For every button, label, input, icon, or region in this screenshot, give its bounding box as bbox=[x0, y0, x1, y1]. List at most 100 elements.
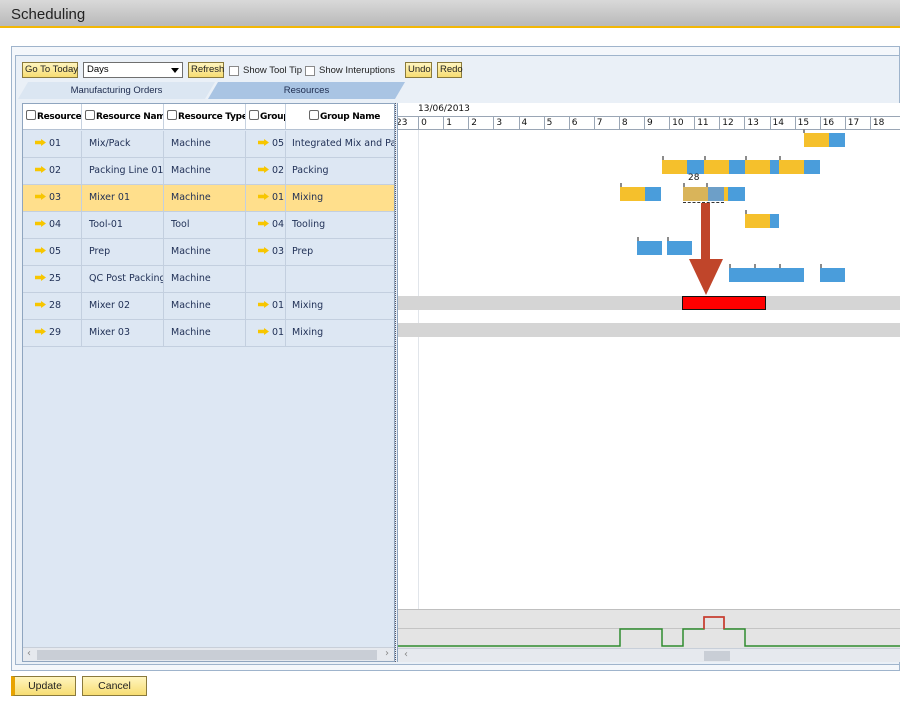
group-code-cell[interactable]: 04 bbox=[246, 212, 286, 238]
column-header-group-name[interactable]: Group Name bbox=[286, 104, 394, 130]
setup-bar[interactable] bbox=[745, 160, 770, 174]
cancel-button[interactable]: Cancel bbox=[82, 676, 147, 696]
setup-bar[interactable] bbox=[804, 133, 829, 147]
link-arrow-icon[interactable] bbox=[35, 193, 46, 200]
link-arrow-icon[interactable] bbox=[35, 139, 46, 146]
link-arrow-icon[interactable] bbox=[35, 166, 46, 173]
table-row[interactable]: 05 Prep Machine 03 Prep bbox=[23, 239, 394, 266]
group-code-cell[interactable]: 01 bbox=[246, 320, 286, 346]
setup-bar[interactable] bbox=[620, 187, 645, 201]
chart-horizontal-scrollbar[interactable]: ‹ bbox=[398, 648, 900, 662]
resource-code-cell[interactable]: 01 bbox=[23, 131, 82, 157]
table-row[interactable]: 29 Mixer 03 Machine 01 Mixing bbox=[23, 320, 394, 347]
link-arrow-icon[interactable] bbox=[35, 328, 46, 335]
setup-bar[interactable] bbox=[662, 160, 687, 174]
link-arrow-icon[interactable] bbox=[35, 247, 46, 254]
resource-code-cell[interactable]: 04 bbox=[23, 212, 82, 238]
resource-name-cell[interactable]: Mix/Pack bbox=[82, 131, 164, 157]
run-bar[interactable] bbox=[829, 133, 845, 147]
run-bar[interactable] bbox=[729, 268, 804, 282]
resource-name-cell[interactable]: Packing Line 01 bbox=[82, 158, 164, 184]
link-arrow-icon[interactable] bbox=[258, 247, 269, 254]
resource-code-cell[interactable]: 29 bbox=[23, 320, 82, 346]
link-arrow-icon[interactable] bbox=[258, 193, 269, 200]
grid-scroll-thumb[interactable] bbox=[37, 650, 377, 660]
show-tooltip-checkbox[interactable] bbox=[229, 66, 239, 76]
scroll-left-icon[interactable]: ‹ bbox=[404, 649, 408, 660]
group-name-cell[interactable]: Mixing bbox=[286, 320, 394, 346]
run-bar[interactable] bbox=[728, 187, 745, 201]
scroll-right-icon[interactable]: › bbox=[385, 648, 389, 659]
resource-name-cell[interactable]: Mixer 03 bbox=[82, 320, 164, 346]
group-name-cell[interactable]: Integrated Mix and Pack bbox=[286, 131, 394, 157]
chart-scroll-thumb[interactable] bbox=[704, 651, 730, 661]
resource-type-cell[interactable]: Machine bbox=[164, 158, 246, 184]
tab-manufacturing-orders[interactable]: Manufacturing Orders bbox=[18, 82, 215, 99]
update-button[interactable]: Update bbox=[11, 676, 76, 696]
resource-name-cell[interactable]: Mixer 01 bbox=[82, 185, 164, 211]
link-arrow-icon[interactable] bbox=[35, 274, 46, 281]
group-code-cell[interactable]: 02 bbox=[246, 158, 286, 184]
resource-name-cell[interactable]: Mixer 02 bbox=[82, 293, 164, 319]
dragged-setup-bar[interactable] bbox=[683, 187, 708, 201]
table-row[interactable]: 04 Tool-01 Tool 04 Tooling bbox=[23, 212, 394, 239]
group-name-cell[interactable] bbox=[286, 266, 394, 292]
column-header-group[interactable]: Group bbox=[246, 104, 286, 130]
resource-name-cell[interactable]: QC Post Packing bbox=[82, 266, 164, 292]
column-header-resource-name[interactable]: Resource Name bbox=[82, 104, 164, 130]
scroll-left-icon[interactable]: ‹ bbox=[27, 648, 31, 659]
table-row[interactable]: 03 Mixer 01 Machine 01 Mixing bbox=[23, 185, 394, 212]
group-code-cell[interactable]: 01 bbox=[246, 293, 286, 319]
link-arrow-icon[interactable] bbox=[258, 139, 269, 146]
setup-bar[interactable] bbox=[779, 160, 804, 174]
run-bar[interactable] bbox=[770, 214, 779, 228]
resource-type-cell[interactable]: Machine bbox=[164, 239, 246, 265]
column-header-resource-type[interactable]: Resource Type bbox=[164, 104, 246, 130]
group-code-cell[interactable] bbox=[246, 266, 286, 292]
resource-code-cell[interactable]: 25 bbox=[23, 266, 82, 292]
view-mode-select[interactable]: Days bbox=[83, 62, 183, 78]
group-code-cell[interactable]: 03 bbox=[246, 239, 286, 265]
undo-button[interactable]: Undo bbox=[405, 62, 432, 78]
link-arrow-icon[interactable] bbox=[258, 328, 269, 335]
run-bar[interactable] bbox=[645, 187, 661, 201]
resource-type-cell[interactable]: Machine bbox=[164, 266, 246, 292]
tab-resources[interactable]: Resources bbox=[208, 82, 405, 99]
table-row[interactable]: 02 Packing Line 01 Machine 02 Packing bbox=[23, 158, 394, 185]
group-code-cell[interactable]: 05 bbox=[246, 131, 286, 157]
resource-code-cell[interactable]: 05 bbox=[23, 239, 82, 265]
grid-horizontal-scrollbar[interactable]: ‹ › bbox=[23, 647, 394, 661]
resource-code-cell[interactable]: 03 bbox=[23, 185, 82, 211]
refresh-button[interactable]: Refresh bbox=[188, 62, 224, 78]
resource-code-cell[interactable]: 28 bbox=[23, 293, 82, 319]
resource-type-cell[interactable]: Machine bbox=[164, 131, 246, 157]
link-arrow-icon[interactable] bbox=[258, 301, 269, 308]
link-arrow-icon[interactable] bbox=[258, 166, 269, 173]
group-name-cell[interactable]: Mixing bbox=[286, 293, 394, 319]
link-arrow-icon[interactable] bbox=[35, 301, 46, 308]
group-name-cell[interactable]: Prep bbox=[286, 239, 394, 265]
run-bar[interactable] bbox=[729, 160, 745, 174]
table-row[interactable]: 01 Mix/Pack Machine 05 Integrated Mix and Pa… bbox=[23, 131, 394, 158]
resource-type-cell[interactable]: Machine bbox=[164, 185, 246, 211]
resource-name-cell[interactable]: Tool-01 bbox=[82, 212, 164, 238]
resource-code-cell[interactable]: 02 bbox=[23, 158, 82, 184]
dragged-run-bar[interactable] bbox=[708, 187, 724, 201]
redo-button[interactable]: Redo bbox=[437, 62, 463, 78]
link-arrow-icon[interactable] bbox=[35, 220, 46, 227]
setup-bar[interactable] bbox=[745, 214, 770, 228]
resource-type-cell[interactable]: Machine bbox=[164, 293, 246, 319]
resource-type-cell[interactable]: Machine bbox=[164, 320, 246, 346]
run-bar[interactable] bbox=[687, 160, 704, 174]
resource-name-cell[interactable]: Prep bbox=[82, 239, 164, 265]
group-name-cell[interactable]: Tooling bbox=[286, 212, 394, 238]
column-header-resource[interactable]: Resource bbox=[23, 104, 82, 130]
run-bar[interactable] bbox=[637, 241, 662, 255]
group-name-cell[interactable]: Packing bbox=[286, 158, 394, 184]
table-row[interactable]: 25 QC Post Packing Machine bbox=[23, 266, 394, 293]
conflict-drop-target[interactable] bbox=[682, 296, 766, 310]
setup-bar[interactable] bbox=[704, 160, 729, 174]
run-bar[interactable] bbox=[770, 160, 779, 174]
show-interruptions-checkbox[interactable] bbox=[305, 66, 315, 76]
run-bar[interactable] bbox=[804, 160, 820, 174]
